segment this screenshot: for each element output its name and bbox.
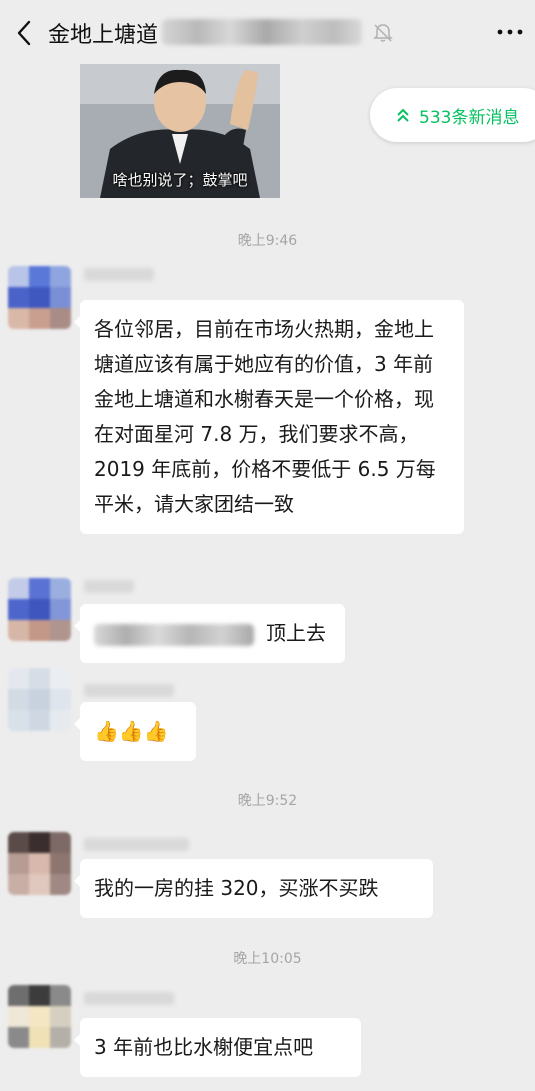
message-bubble[interactable]: 👍👍👍: [74, 702, 196, 761]
chat-title: 金地上塘道: [48, 23, 159, 48]
new-messages-label: 533条新消息: [419, 108, 520, 128]
redacted-mention: [94, 623, 254, 646]
message-text: 各位邻居，目前在市场火热期，金地上塘道应该有属于她应有的价值，3 年前金地上塘道…: [94, 317, 436, 516]
double-chevron-up-icon: [397, 108, 409, 122]
message-bubble[interactable]: 各位邻居，目前在市场火热期，金地上塘道应该有属于她应有的价值，3 年前金地上塘道…: [74, 300, 464, 534]
sender-name: [84, 838, 189, 851]
sticker-image[interactable]: 啥也别说了；鼓掌吧: [80, 64, 280, 198]
chat-header: 金地上塘道: [0, 0, 535, 64]
bell-muted-icon: [373, 24, 393, 42]
sender-name: [84, 580, 134, 593]
message-text: 顶上去: [266, 621, 326, 645]
message-bubble[interactable]: 顶上去: [74, 604, 345, 663]
avatar[interactable]: [8, 985, 71, 1048]
message-bubble[interactable]: 我的一房的挂 320，买涨不买跌: [74, 859, 433, 918]
sticker-caption: 啥也别说了；鼓掌吧: [112, 171, 248, 189]
avatar[interactable]: [8, 668, 71, 731]
avatar[interactable]: [8, 832, 71, 895]
sender-name: [84, 684, 174, 697]
message-text: 我的一房的挂 320，买涨不买跌: [94, 876, 379, 900]
avatar[interactable]: [8, 578, 71, 641]
message-text: 👍👍👍: [94, 719, 169, 743]
avatar[interactable]: [8, 266, 71, 329]
redacted-title-part: [162, 19, 362, 45]
message-bubble[interactable]: 3 年前也比水榭便宜点吧: [74, 1018, 361, 1077]
new-messages-button[interactable]: 533条新消息: [370, 88, 535, 142]
timestamp: 晚上9:46: [237, 233, 298, 249]
timestamp: 晚上10:05: [233, 951, 302, 967]
more-dots-icon[interactable]: [496, 23, 524, 41]
message-text: 3 年前也比水榭便宜点吧: [94, 1035, 314, 1059]
sender-name: [84, 268, 154, 281]
sender-name: [84, 992, 174, 1005]
chevron-left-icon[interactable]: [12, 18, 36, 48]
timestamp: 晚上9:52: [237, 793, 298, 809]
